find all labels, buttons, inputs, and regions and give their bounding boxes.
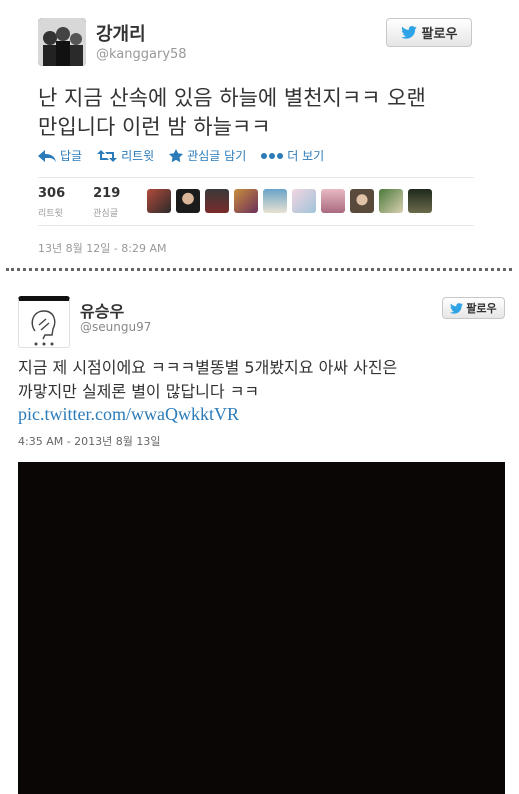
user-handle[interactable]: @kanggary58: [96, 47, 187, 62]
tweet-actions: 답글 리트윗 관심글 담기 더 보기: [38, 147, 339, 164]
dotted-separator: [6, 268, 512, 271]
follow-label: 팔로우: [466, 302, 497, 315]
reply-button[interactable]: 답글: [38, 147, 82, 164]
favoriter-avatar[interactable]: [408, 189, 432, 213]
tweet-text: 지금 제 시점이에요 ㅋㅋㅋ별똥별 5개봤지요 아싸 사진은 까맣지만 실제론 …: [18, 356, 506, 404]
reply-label: 답글: [60, 149, 83, 163]
default-egg-avatar-icon: [31, 310, 56, 346]
more-label: 더 보기: [287, 149, 325, 163]
favoriter-avatar[interactable]: [234, 189, 258, 213]
favoriter-avatar[interactable]: [205, 189, 229, 213]
retweet-icon: [97, 149, 118, 162]
twitter-bird-icon: [400, 26, 417, 39]
retweet-button[interactable]: 리트윗: [97, 147, 154, 164]
user-handle[interactable]: @seungu97: [80, 320, 151, 334]
favoriter-avatar[interactable]: [292, 189, 316, 213]
attached-photo[interactable]: [18, 462, 505, 794]
retweets-label: 리트윗: [38, 209, 63, 219]
favoriter-avatar[interactable]: [263, 189, 287, 213]
tweet-stats: 306 리트윗 219 관심글: [38, 186, 148, 219]
more-button[interactable]: 더 보기: [261, 147, 324, 164]
avatar[interactable]: [18, 296, 70, 348]
favorite-label: 관심글 담기: [187, 149, 247, 163]
favoriter-avatars: [147, 189, 437, 213]
follow-button[interactable]: 팔로우: [386, 18, 472, 47]
retweet-label: 리트윗: [121, 149, 155, 163]
media-link[interactable]: pic.twitter.com/wwaQwkktVR: [18, 404, 239, 425]
tweet-text-line: 지금 제 시점이에요 ㅋㅋㅋ별똥별 5개봤지요 아싸 사진은: [18, 358, 398, 377]
tweet-text: 난 지금 산속에 있음 하늘에 별천지ㅋㅋ 오랜 만입니다 이런 밤 하늘ㅋㅋ: [38, 84, 478, 142]
twitter-bird-icon: [450, 302, 464, 314]
avatar[interactable]: [38, 18, 86, 66]
tweet-timestamp[interactable]: 4:35 AM - 2013년 8월 13일: [18, 433, 161, 449]
follow-button[interactable]: 팔로우: [442, 297, 505, 319]
favorites-label: 관심글: [93, 209, 118, 219]
display-name[interactable]: 강개리: [96, 20, 146, 46]
display-name[interactable]: 유승우: [80, 298, 124, 322]
favorites-stat[interactable]: 219 관심글: [93, 186, 120, 219]
tweet-text-line: 까맣지만 실제론 별이 많답니다 ㅋㅋ: [18, 382, 260, 401]
divider: [38, 225, 474, 226]
retweets-stat[interactable]: 306 리트윗: [38, 186, 65, 219]
follow-label: 팔로우: [421, 27, 458, 42]
star-icon: [169, 149, 184, 162]
tweet-text-line: 만입니다 이런 밤 하늘ㅋㅋ: [38, 115, 271, 139]
favorite-button[interactable]: 관심글 담기: [169, 147, 246, 164]
tweet-timestamp[interactable]: 13년 8월 12일 - 8:29 AM: [38, 240, 167, 256]
favoriter-avatar[interactable]: [321, 189, 345, 213]
divider: [38, 177, 474, 178]
more-dots-icon: [261, 152, 284, 159]
favoriter-avatar[interactable]: [176, 189, 200, 213]
favorites-count: 219: [93, 186, 121, 201]
favoriter-avatar[interactable]: [350, 189, 374, 213]
favoriter-avatar[interactable]: [379, 189, 403, 213]
favoriter-avatar[interactable]: [147, 189, 171, 213]
retweets-count: 306: [38, 186, 66, 201]
reply-icon: [38, 149, 56, 162]
tweet-text-line: 난 지금 산속에 있음 하늘에 별천지ㅋㅋ 오랜: [38, 86, 426, 110]
